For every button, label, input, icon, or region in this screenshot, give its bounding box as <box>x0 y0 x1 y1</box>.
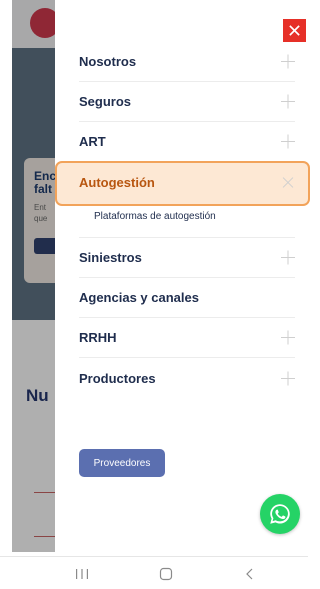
plus-icon[interactable] <box>281 251 295 265</box>
system-nav-bar <box>0 556 308 589</box>
close-menu-button[interactable] <box>283 19 306 42</box>
side-drawer: Nosotros Seguros ART Autogestión Platafo… <box>55 0 310 556</box>
menu-item-label: ART <box>79 134 106 149</box>
back-icon[interactable] <box>240 565 260 583</box>
menu-item-label: Productores <box>79 370 156 386</box>
plus-icon[interactable] <box>281 55 295 69</box>
plus-icon[interactable] <box>281 95 295 109</box>
close-icon <box>289 25 300 36</box>
menu-item-label: Autogestión <box>79 174 155 190</box>
recents-icon[interactable] <box>72 565 92 583</box>
menu-item-autogestion[interactable]: Autogestión <box>55 161 310 206</box>
menu-item-label: Seguros <box>79 94 132 109</box>
menu-item-art[interactable]: ART <box>79 122 295 162</box>
left-edge <box>0 0 12 552</box>
menu-item-siniestros[interactable]: Siniestros <box>79 238 295 278</box>
menu-item-rrhh[interactable]: RRHH <box>79 318 295 358</box>
whatsapp-button[interactable] <box>260 494 300 534</box>
submenu-autogestion: Plataformas de autogestión <box>79 202 295 238</box>
submenu-item-plataformas[interactable]: Plataformas de autogestión <box>94 211 216 222</box>
plus-icon[interactable] <box>281 331 295 345</box>
proveedores-button[interactable]: Proveedores <box>79 449 165 477</box>
plus-icon[interactable] <box>281 135 295 149</box>
home-icon[interactable] <box>156 565 176 583</box>
menu-item-label: Nosotros <box>79 54 137 69</box>
menu-item-nosotros[interactable]: Nosotros <box>79 42 295 82</box>
collapse-icon[interactable] <box>281 175 295 189</box>
whatsapp-icon <box>270 504 290 524</box>
menu-item-productores[interactable]: Productores <box>79 358 295 398</box>
menu-item-label: Siniestros <box>79 250 142 265</box>
menu-item-label: Agencias y canales <box>79 290 199 305</box>
main-menu: Nosotros Seguros ART Autogestión Platafo… <box>55 42 310 398</box>
menu-item-label: RRHH <box>79 330 117 345</box>
menu-item-agencias[interactable]: Agencias y canales <box>79 278 295 318</box>
menu-item-seguros[interactable]: Seguros <box>79 82 295 122</box>
plus-icon[interactable] <box>281 371 295 385</box>
